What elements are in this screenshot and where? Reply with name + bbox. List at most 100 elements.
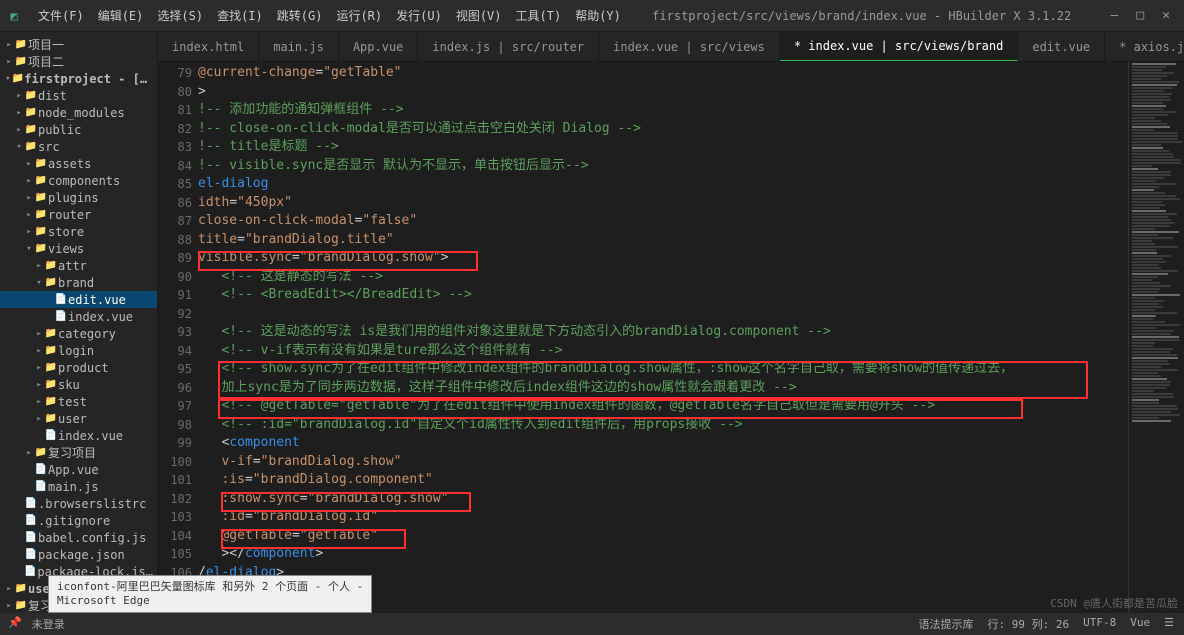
tree-item[interactable]: ▸📁store [0,223,157,240]
editor-tab[interactable]: App.vue [339,32,419,61]
tree-item[interactable]: ▾📁firstproject - [前端网页] [0,70,157,87]
file-icon: 📄 [44,430,58,441]
file-icon: 📄 [34,464,48,475]
tree-item[interactable]: ▸📁product [0,359,157,376]
chevron-icon[interactable]: ▸ [34,397,44,407]
chevron-icon[interactable]: ▸ [34,261,44,271]
menu-file[interactable]: 文件(F) [32,3,90,28]
chevron-icon[interactable]: ▸ [4,57,14,67]
folder-icon: 📁 [34,175,48,186]
tree-item[interactable]: 📄babel.config.js [0,529,157,546]
code-editor[interactable]: @current-change="getTable">!-- 添加功能的通知弹框… [198,62,1128,613]
tree-item[interactable]: ▸📁components [0,172,157,189]
tree-item[interactable]: 📄.gitignore [0,512,157,529]
tree-label: edit.vue [68,293,126,307]
chevron-icon[interactable]: ▸ [34,414,44,424]
chevron-icon[interactable]: ▾ [4,74,12,84]
editor-tab[interactable]: * axios.js [1105,32,1184,61]
login-status[interactable]: 未登录 [32,616,65,632]
syntax-lib[interactable]: 语法提示库 [919,616,974,632]
chevron-icon[interactable]: ▾ [24,244,34,254]
chevron-icon[interactable]: ▾ [34,278,44,288]
menu-publish[interactable]: 发行(U) [390,3,448,28]
tree-item[interactable]: ▸📁category [0,325,157,342]
chevron-icon[interactable]: ▸ [34,380,44,390]
chevron-icon[interactable]: ▸ [34,329,44,339]
tree-item[interactable]: ▸📁login [0,342,157,359]
editor-tab[interactable]: * index.vue | src/views/brand [780,32,1019,61]
tree-item[interactable]: ▸📁项目二 [0,53,157,70]
chevron-icon[interactable]: ▸ [4,601,14,611]
tree-item[interactable]: 📄index.vue [0,308,157,325]
chevron-icon[interactable]: ▸ [14,108,24,118]
chevron-icon[interactable]: ▸ [14,125,24,135]
tree-item[interactable]: ▸📁router [0,206,157,223]
tree-item[interactable]: 📄package.json [0,546,157,563]
tree-item[interactable]: 📄.browserslistrc [0,495,157,512]
menu-find[interactable]: 查找(I) [211,3,269,28]
tree-item[interactable]: ▸📁test [0,393,157,410]
tree-item[interactable]: 📄index.vue [0,427,157,444]
notify-icon[interactable]: ☰ [1164,616,1174,632]
chevron-icon[interactable]: ▾ [14,142,24,152]
chevron-icon[interactable]: ▸ [24,448,34,458]
app-logo-icon: ◩ [0,9,28,23]
chevron-icon[interactable]: ▸ [24,210,34,220]
chevron-icon[interactable]: ▸ [4,40,14,50]
tree-item[interactable]: ▸📁项目一 [0,36,157,53]
tree-item[interactable]: ▸📁dist [0,87,157,104]
maximize-icon[interactable]: □ [1136,8,1144,23]
chevron-icon[interactable]: ▸ [24,159,34,169]
language[interactable]: Vue [1130,616,1150,632]
tree-item[interactable]: ▸📁assets [0,155,157,172]
encoding[interactable]: UTF-8 [1083,616,1116,632]
menu-view[interactable]: 视图(V) [450,3,508,28]
folder-icon: 📁 [44,362,58,373]
tree-item[interactable]: ▾📁src [0,138,157,155]
menu-goto[interactable]: 跳转(G) [271,3,329,28]
file-icon: 📄 [54,311,68,322]
tree-item[interactable]: ▸📁复习项目 [0,444,157,461]
chevron-icon[interactable]: ▸ [24,176,34,186]
tree-item[interactable]: 📄main.js [0,478,157,495]
tree-label: node_modules [38,106,125,120]
tree-item[interactable]: ▸📁sku [0,376,157,393]
tree-item[interactable]: ▸📁public [0,121,157,138]
chevron-icon[interactable]: ▸ [34,346,44,356]
tree-item[interactable]: ▸📁plugins [0,189,157,206]
tree-label: sku [58,378,80,392]
editor-tab[interactable]: index.js | src/router [418,32,599,61]
tree-item[interactable]: 📄App.vue [0,461,157,478]
editor-tab[interactable]: index.html [158,32,259,61]
tree-label: test [58,395,87,409]
tree-label: category [58,327,116,341]
folder-icon: 📁 [14,583,28,594]
menu-tool[interactable]: 工具(T) [510,3,568,28]
editor-tab[interactable]: edit.vue [1018,32,1105,61]
menu-run[interactable]: 运行(R) [330,3,388,28]
tree-item[interactable]: ▸📁attr [0,257,157,274]
tree-item[interactable]: ▸📁node_modules [0,104,157,121]
editor-tab[interactable]: index.vue | src/views [599,32,780,61]
chevron-icon[interactable]: ▸ [24,193,34,203]
close-icon[interactable]: ✕ [1162,8,1170,23]
editor-tab[interactable]: main.js [259,32,339,61]
tree-item[interactable]: ▾📁brand [0,274,157,291]
pin-icon[interactable]: 📌 [8,616,22,632]
chevron-icon[interactable]: ▸ [24,227,34,237]
chevron-icon[interactable]: ▸ [4,584,14,594]
tree-item[interactable]: ▾📁views [0,240,157,257]
chevron-icon[interactable]: ▸ [34,363,44,373]
tree-label: components [48,174,120,188]
folder-icon: 📁 [24,90,38,101]
menu-edit[interactable]: 编辑(E) [92,3,150,28]
folder-icon: 📁 [14,600,28,611]
tree-item[interactable]: ▸📁user [0,410,157,427]
minimize-icon[interactable]: — [1111,8,1119,23]
menu-select[interactable]: 选择(S) [151,3,209,28]
chevron-icon[interactable]: ▸ [14,91,24,101]
tree-item[interactable]: 📄edit.vue [0,291,157,308]
tree-label: index.vue [58,429,123,443]
minimap[interactable] [1128,62,1184,613]
menu-help[interactable]: 帮助(Y) [569,3,627,28]
